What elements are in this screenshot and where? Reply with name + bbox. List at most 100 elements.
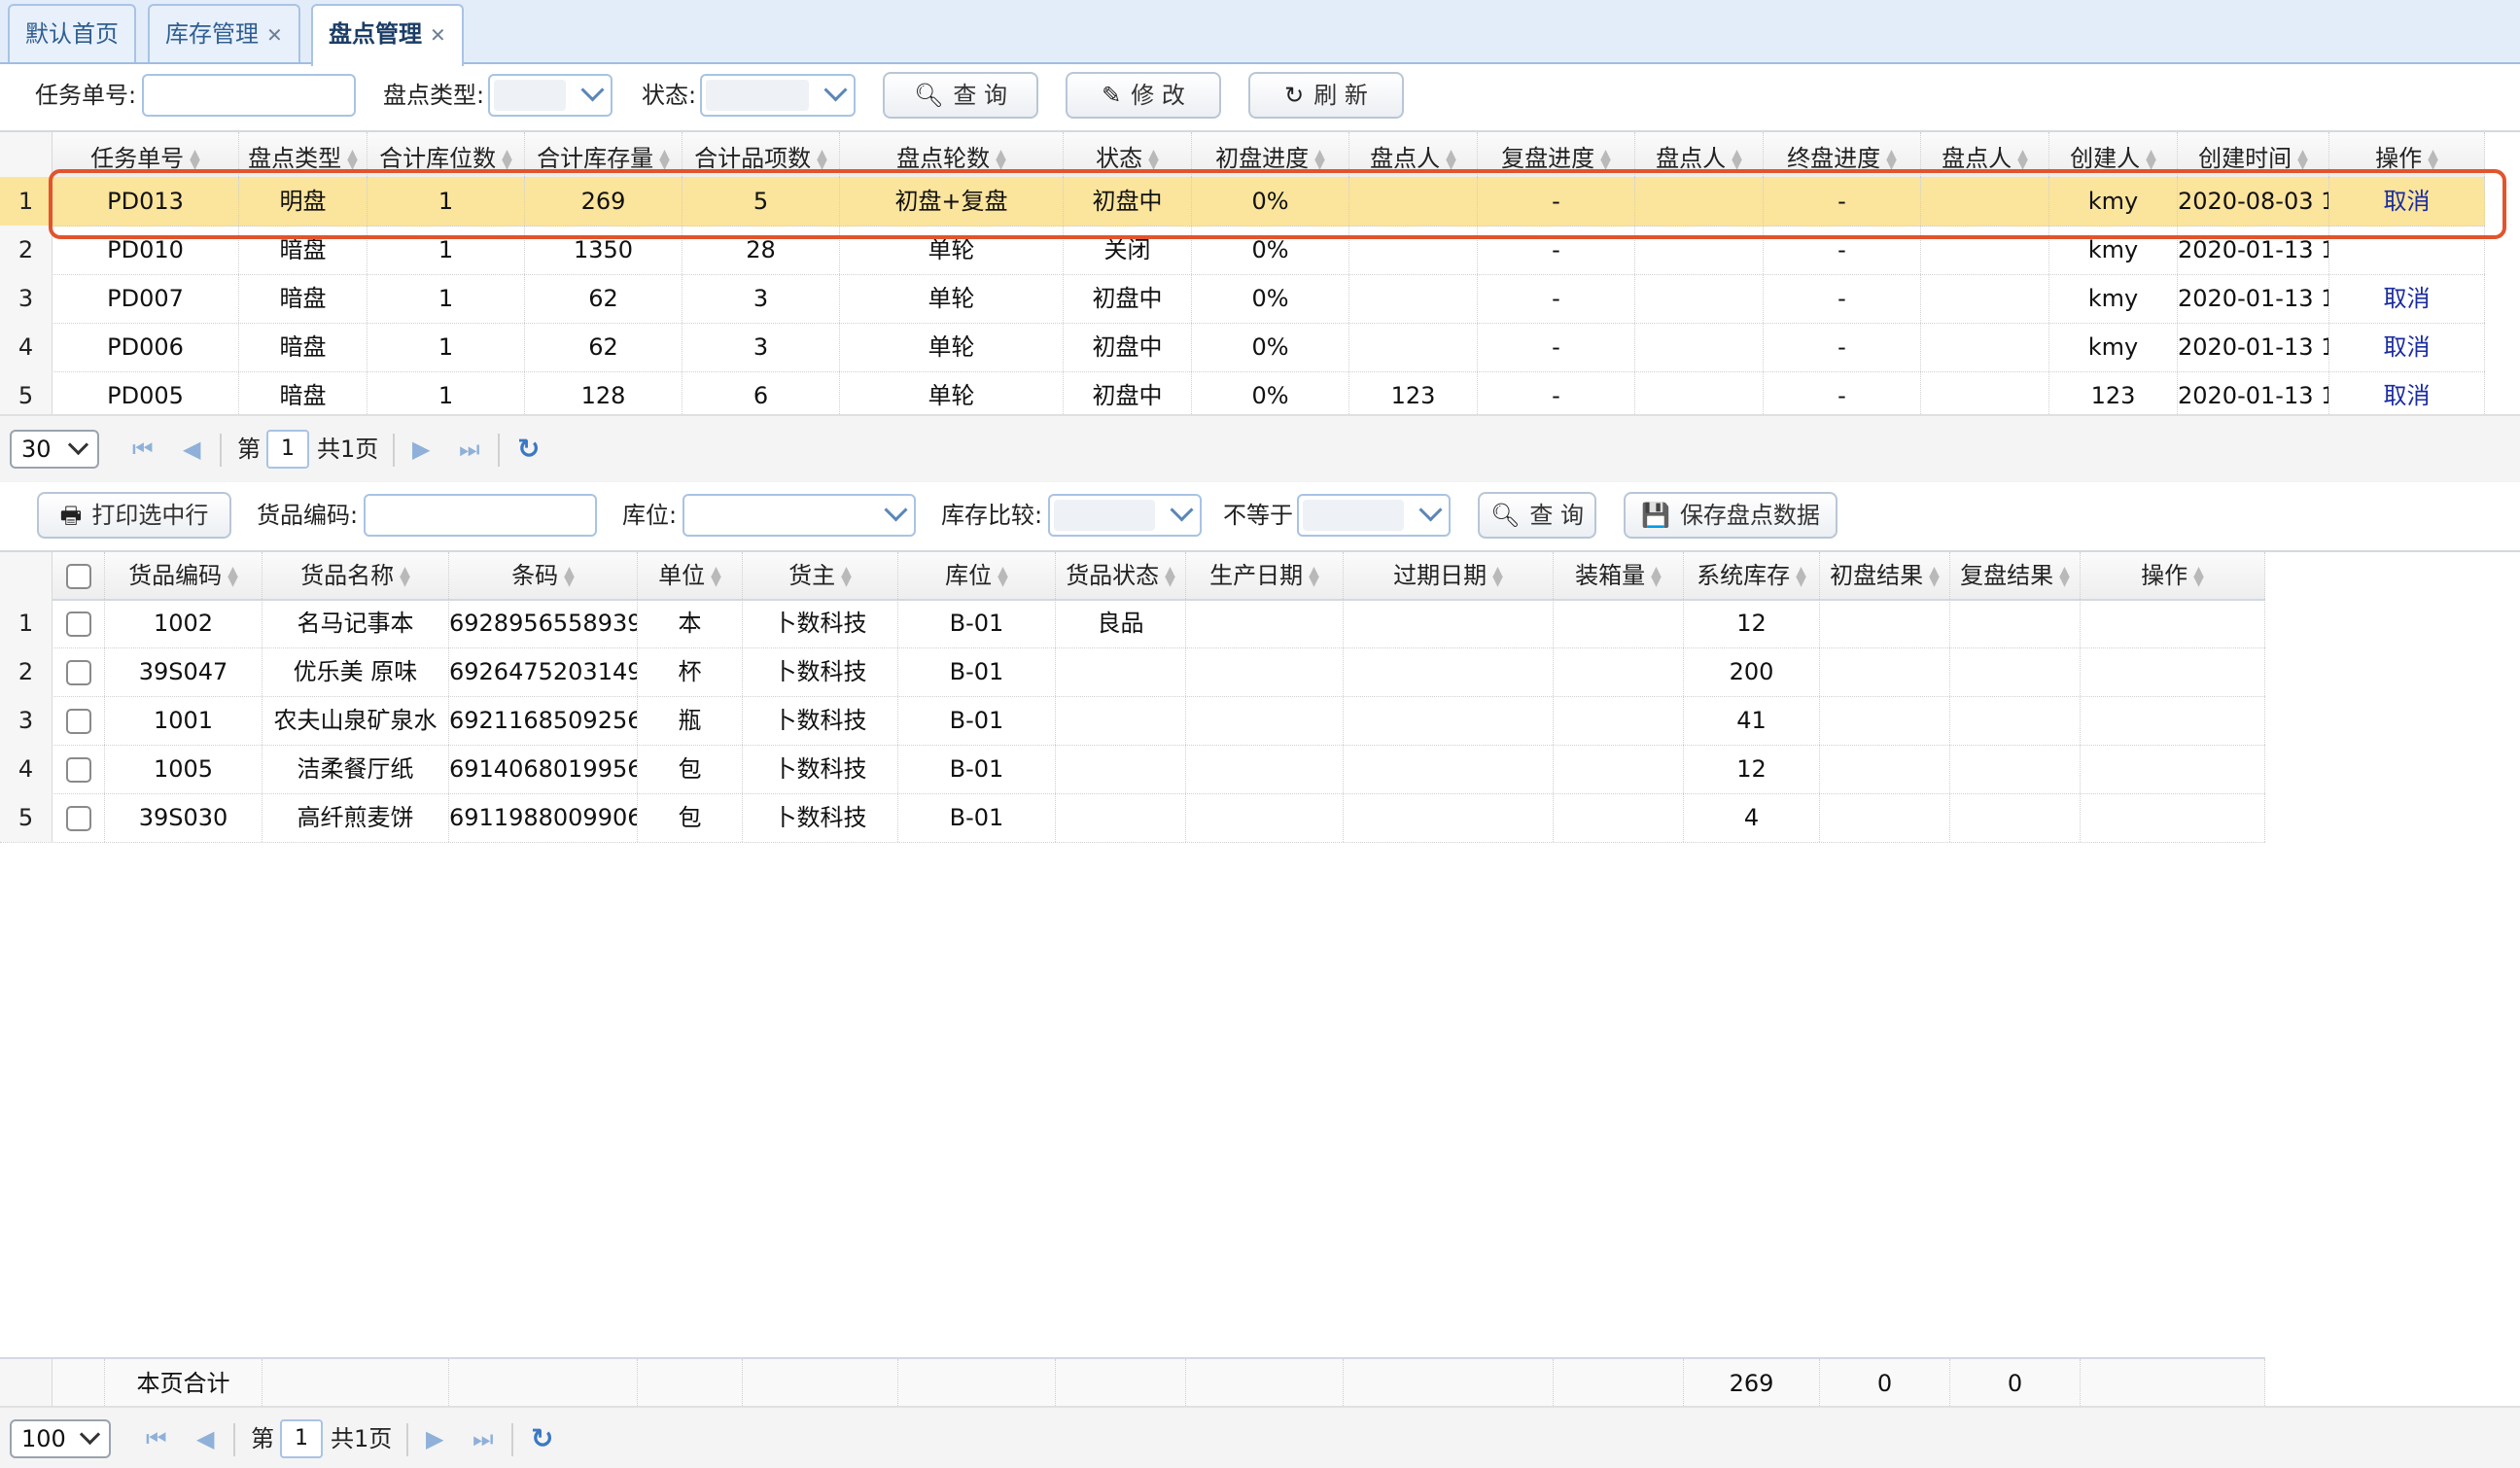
sort-icon[interactable]: ▲ ▼	[2059, 565, 2070, 588]
column-header[interactable]: 复盘结果 ▲ ▼	[1950, 552, 2081, 599]
row-checkbox[interactable]	[65, 612, 91, 637]
reload-icon[interactable]: ↻	[531, 1419, 553, 1458]
type-select[interactable]	[488, 74, 612, 117]
status-select[interactable]	[700, 74, 856, 117]
column-header[interactable]: 状态 ▲ ▼	[1064, 132, 1192, 177]
sort-icon[interactable]: ▲ ▼	[1796, 565, 1806, 588]
location-select[interactable]	[682, 494, 916, 537]
column-header[interactable]: 装箱量 ▲ ▼	[1554, 552, 1684, 599]
column-header[interactable]: 盘点轮数 ▲ ▼	[840, 132, 1064, 177]
sort-icon[interactable]: ▲ ▼	[502, 148, 512, 171]
table-row[interactable]: 1PD013明盘12695初盘+复盘初盘中0%--kmy2020-08-03 1…	[0, 177, 2485, 227]
column-header[interactable]: 盘点人 ▲ ▼	[1349, 132, 1478, 177]
table-row[interactable]: 2PD010暗盘1135028单轮关闭0% - - kmy2020-01-13 16	[0, 226, 2485, 275]
sort-icon[interactable]: ▲ ▼	[1165, 565, 1175, 588]
table-row[interactable]: 4PD006暗盘1623单轮初盘中0% - - kmy2020-01-13 16 取消	[0, 323, 2485, 372]
column-header[interactable]: 货品编码 ▲ ▼	[105, 552, 262, 599]
page-size-select[interactable]: 30	[10, 430, 99, 469]
column-header[interactable]: 条码 ▲ ▼	[449, 552, 638, 599]
cancel-link[interactable]: 取消	[2384, 382, 2431, 409]
prev-page-icon[interactable]: ◀	[196, 1419, 214, 1458]
sort-icon[interactable]: ▲ ▼	[1148, 148, 1159, 171]
column-header[interactable]: 盘点类型 ▲ ▼	[239, 132, 368, 177]
column-header[interactable]: 创建人 ▲ ▼	[2049, 132, 2178, 177]
sort-icon[interactable]: ▲ ▼	[400, 565, 410, 588]
sort-icon[interactable]: ▲ ▼	[1492, 565, 1503, 588]
column-header[interactable]: 任务单号 ▲ ▼	[52, 132, 239, 177]
column-header[interactable]: 合计品项数 ▲ ▼	[682, 132, 840, 177]
sort-icon[interactable]: ▲ ▼	[817, 148, 827, 171]
column-header[interactable]: 初盘进度 ▲ ▼	[1192, 132, 1349, 177]
sort-icon[interactable]: ▲ ▼	[1309, 565, 1319, 588]
column-header[interactable]: 终盘进度 ▲ ▼	[1764, 132, 1921, 177]
close-icon[interactable]: ✕	[266, 23, 283, 47]
row-checkbox[interactable]	[65, 709, 91, 734]
column-header[interactable]: 复盘进度 ▲ ▼	[1478, 132, 1635, 177]
tab-inventory[interactable]: 库存管理 ✕	[148, 4, 300, 62]
sort-icon[interactable]: ▲ ▼	[1732, 148, 1742, 171]
first-page-icon[interactable]: ⏮	[146, 1419, 167, 1458]
print-selected-button[interactable]: 🖶 打印选中行	[37, 492, 231, 539]
sort-icon[interactable]: ▲ ▼	[228, 565, 238, 588]
sort-icon[interactable]: ▲ ▼	[190, 148, 200, 171]
column-header[interactable]: 合计库位数 ▲ ▼	[368, 132, 525, 177]
tab-stocktake[interactable]: 盘点管理 ✕	[311, 4, 464, 66]
compare-select[interactable]	[1048, 494, 1202, 537]
reload-icon[interactable]: ↻	[517, 430, 540, 469]
column-header[interactable]: 操作 ▲ ▼	[2329, 132, 2485, 177]
save-stocktake-button[interactable]: 💾 保存盘点数据	[1624, 492, 1838, 539]
row-checkbox[interactable]	[65, 757, 91, 783]
cancel-link[interactable]: 取消	[2384, 285, 2431, 312]
table-row[interactable]: 3PD007暗盘1623单轮初盘中0%--kmy2020-01-13 16取消	[0, 274, 2485, 324]
sort-icon[interactable]: ▲ ▼	[659, 148, 670, 171]
edit-button[interactable]: ✎ 修 改	[1066, 72, 1221, 119]
sort-icon[interactable]: ▲ ▼	[1651, 565, 1662, 588]
column-header[interactable]: 货品名称 ▲ ▼	[262, 552, 449, 599]
cancel-link[interactable]: 取消	[2384, 333, 2431, 361]
row-checkbox[interactable]	[65, 660, 91, 685]
sort-icon[interactable]: ▲ ▼	[1929, 565, 1940, 588]
sort-icon[interactable]: ▲ ▼	[1446, 148, 1456, 171]
column-header[interactable]: 库位 ▲ ▼	[898, 552, 1056, 599]
query-button[interactable]: 🔍︎ 查 询	[883, 72, 1038, 119]
column-header[interactable]: 初盘结果 ▲ ▼	[1820, 552, 1950, 599]
last-page-icon[interactable]: ⏭	[459, 430, 480, 469]
sort-icon[interactable]: ▲ ▼	[347, 148, 358, 171]
sort-icon[interactable]: ▲ ▼	[998, 565, 1008, 588]
sort-icon[interactable]: ▲ ▼	[2297, 148, 2308, 171]
not-equal-select[interactable]	[1297, 494, 1451, 537]
column-header[interactable]: 货品状态 ▲ ▼	[1056, 552, 1186, 599]
column-header[interactable]: 操作 ▲ ▼	[2081, 552, 2265, 599]
sort-icon[interactable]: ▲ ▼	[2193, 565, 2204, 588]
column-header[interactable]: 盘点人 ▲ ▼	[1635, 132, 1764, 177]
column-header[interactable]: 盘点人 ▲ ▼	[1921, 132, 2049, 177]
table-row[interactable]: 3 1001 农夫山泉矿泉水 6921168509256 瓶卜数科技 B-01 41	[0, 696, 2265, 746]
sort-icon[interactable]: ▲ ▼	[841, 565, 852, 588]
sort-icon[interactable]: ▲ ▼	[2428, 148, 2438, 171]
query-button-bottom[interactable]: 🔍︎ 查 询	[1478, 492, 1596, 539]
first-page-icon[interactable]: ⏮	[132, 430, 154, 469]
close-icon[interactable]: ✕	[430, 23, 446, 47]
prev-page-icon[interactable]: ◀	[183, 430, 200, 469]
sort-icon[interactable]: ▲ ▼	[2146, 148, 2156, 171]
sort-icon[interactable]: ▲ ▼	[996, 148, 1006, 171]
column-header[interactable]: 创建时间 ▲ ▼	[2178, 132, 2329, 177]
task-no-input[interactable]	[142, 74, 356, 117]
select-all-checkbox[interactable]	[65, 564, 91, 589]
page-number-input[interactable]: 1	[280, 1419, 323, 1458]
table-row[interactable]: 4 1005 洁柔餐厅纸 6914068019956 包卜数科技 B-01 12	[0, 745, 2265, 794]
refresh-button[interactable]: ↻ 刷 新	[1248, 72, 1404, 119]
sort-icon[interactable]: ▲ ▼	[1600, 148, 1611, 171]
sort-icon[interactable]: ▲ ▼	[711, 565, 721, 588]
sort-icon[interactable]: ▲ ▼	[1314, 148, 1325, 171]
table-row[interactable]: 2 39S047 优乐美 原味 6926475203149 杯卜数科技 B-01 200	[0, 647, 2265, 697]
column-header[interactable]: 系统库存 ▲ ▼	[1684, 552, 1820, 599]
row-checkbox[interactable]	[65, 806, 91, 831]
sort-icon[interactable]: ▲ ▼	[2017, 148, 2028, 171]
next-page-icon[interactable]: ▶	[412, 430, 430, 469]
column-header[interactable]: 过期日期 ▲ ▼	[1344, 552, 1554, 599]
sort-icon[interactable]: ▲ ▼	[564, 565, 575, 588]
table-row[interactable]: 5 39S030 高纤煎麦饼 6911988009906 包卜数科技 B-01 4	[0, 793, 2265, 843]
tab-home[interactable]: 默认首页	[8, 4, 136, 62]
column-header[interactable]: 合计库存量 ▲ ▼	[525, 132, 682, 177]
